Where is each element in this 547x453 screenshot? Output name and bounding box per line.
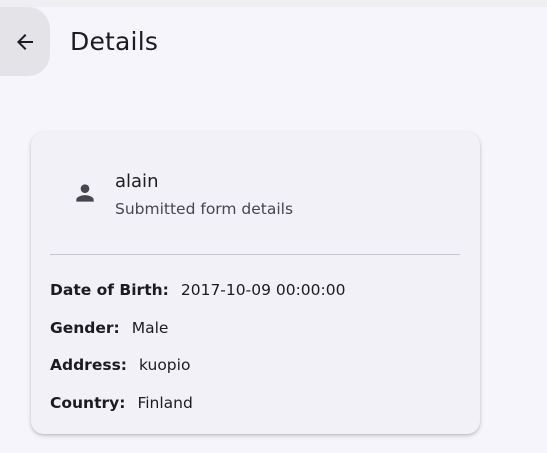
user-list-tile: alain Submitted form details (31, 132, 480, 242)
field-label: Gender: (50, 319, 120, 337)
person-icon (72, 180, 98, 206)
field-value: Finland (137, 394, 193, 412)
divider (50, 254, 460, 255)
field-label: Country: (50, 394, 126, 412)
field-value: Male (131, 319, 169, 337)
arrow-back-icon (13, 30, 37, 54)
field-value: kuopio (139, 356, 191, 374)
back-button[interactable] (0, 7, 50, 76)
status-strip (0, 0, 547, 7)
details-card: alain Submitted form details Date of Bir… (31, 132, 480, 434)
field-row-date-of-birth: Date of Birth: 2017-10-09 00:00:00 (50, 281, 345, 299)
field-row-country: Country: Finland (50, 394, 193, 412)
field-row-gender: Gender: Male (50, 319, 168, 337)
field-label: Date of Birth: (50, 281, 169, 299)
user-name: alain (115, 171, 159, 192)
field-row-address: Address: kuopio (50, 356, 190, 374)
page-title: Details (70, 27, 159, 56)
app-bar: Details (0, 7, 547, 77)
tile-subtitle: Submitted form details (115, 200, 294, 218)
field-label: Address: (50, 356, 127, 374)
field-value: 2017-10-09 00:00:00 (180, 281, 346, 299)
